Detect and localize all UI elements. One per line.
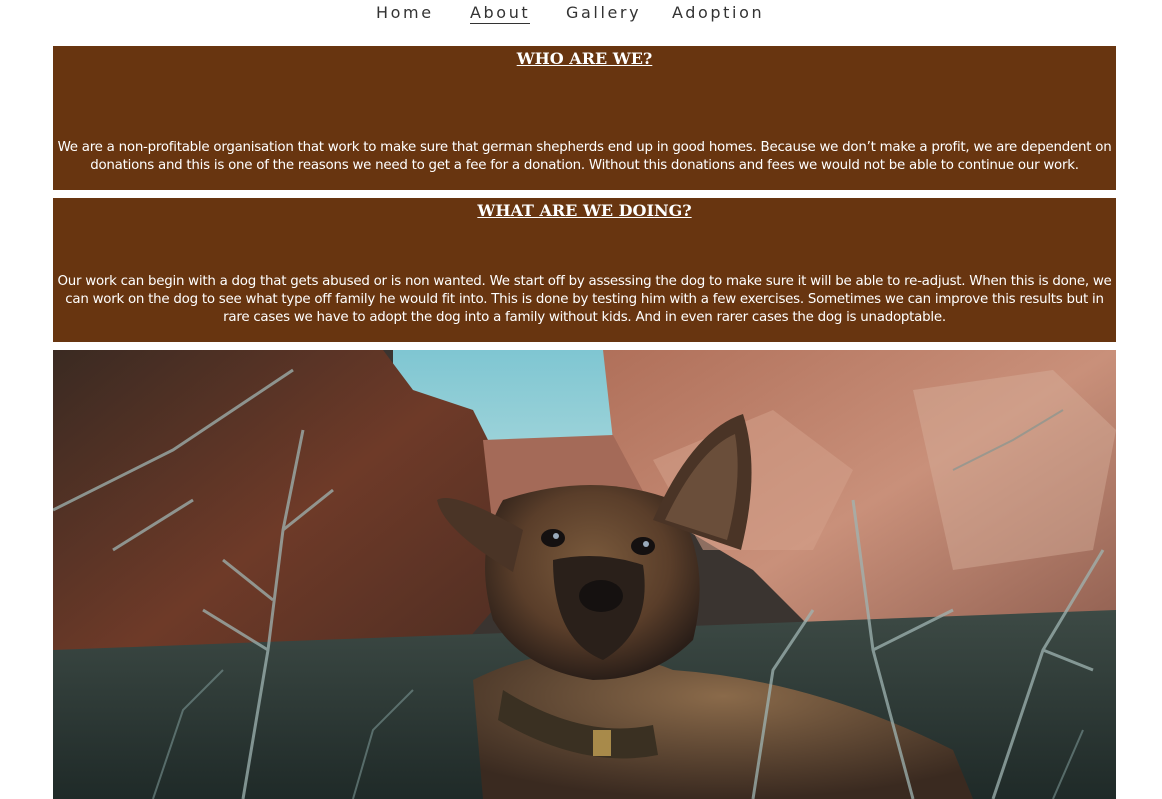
german-shepherd-photo (53, 350, 1116, 799)
nav-gallery-link[interactable]: Gallery (566, 3, 641, 22)
who-are-we-text: We are a non-profitable organisation tha… (57, 140, 1112, 173)
who-are-we-heading: WHO ARE WE? (516, 49, 653, 68)
who-are-we-section: WHO ARE WE? We are a non-profitable orga… (53, 46, 1116, 190)
dog-in-canyon-image (53, 350, 1116, 799)
what-are-we-doing-section: WHAT ARE WE DOING? Our work can begin wi… (53, 198, 1116, 342)
nav-about-link[interactable]: About (470, 3, 531, 24)
nav-home-link[interactable]: Home (376, 3, 434, 22)
main-nav: Home About Gallery Adoption (0, 0, 1162, 40)
nav-adoption-link[interactable]: Adoption (672, 3, 764, 22)
what-are-we-doing-text: Our work can begin with a dog that gets … (57, 274, 1112, 325)
what-are-we-doing-heading: WHAT ARE WE DOING? (477, 201, 692, 220)
